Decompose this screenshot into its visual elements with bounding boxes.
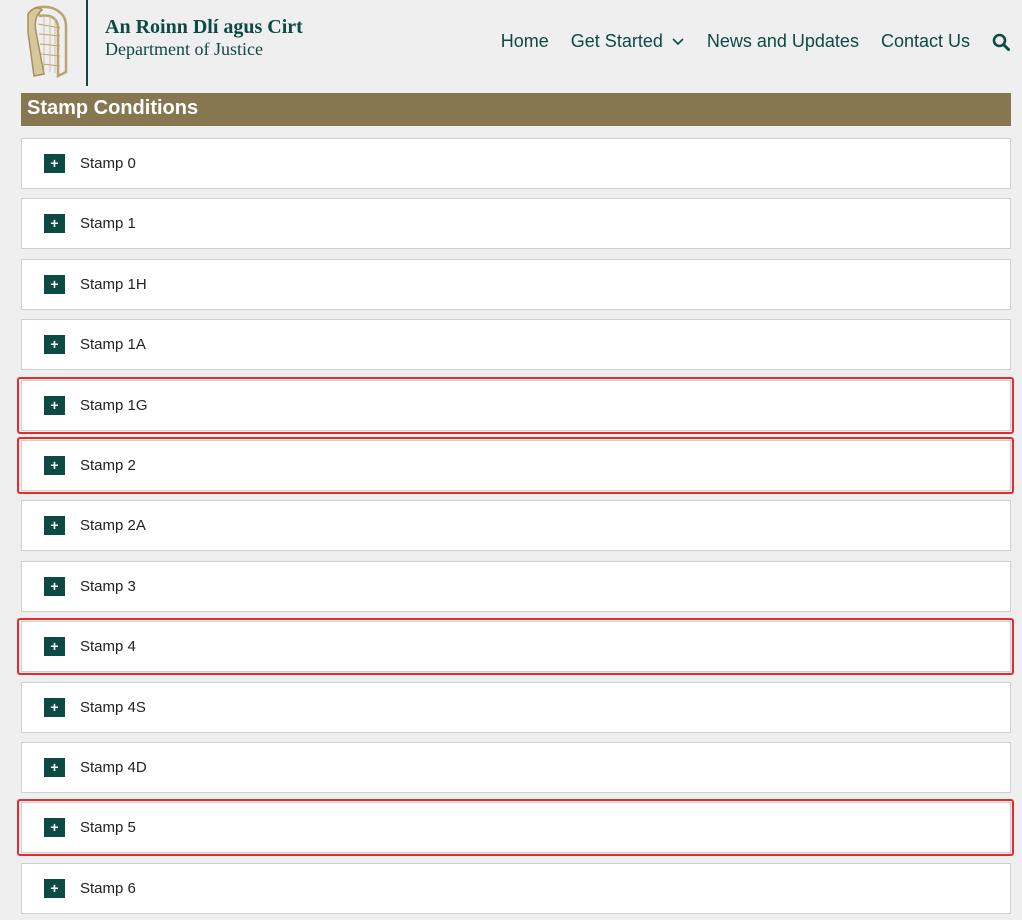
section-title: Stamp Conditions bbox=[21, 93, 1011, 126]
plus-icon[interactable]: + bbox=[44, 516, 65, 536]
accordion-item[interactable]: + Stamp 5 bbox=[21, 802, 1011, 854]
search-icon[interactable] bbox=[992, 33, 1010, 51]
plus-icon[interactable]: + bbox=[44, 878, 65, 898]
brand-logo-text[interactable]: An Roinn Dlí agus Cirt Department of Jus… bbox=[105, 16, 303, 60]
accordion-item[interactable]: + Stamp 4D bbox=[21, 741, 1011, 793]
accordion-item[interactable]: + Stamp 2A bbox=[21, 500, 1011, 552]
brand-divider bbox=[86, 0, 88, 86]
accordion-item-label: Stamp 6 bbox=[80, 879, 136, 897]
harp-icon bbox=[27, 5, 68, 79]
main-nav: Home Get Started News and Updates Contac… bbox=[501, 31, 1010, 52]
accordion-item[interactable]: + Stamp 1 bbox=[21, 198, 1011, 250]
brand-name-english: Department of Justice bbox=[105, 39, 263, 59]
accordion-item-label: Stamp 2 bbox=[80, 456, 136, 474]
accordion-item-label: Stamp 4 bbox=[80, 638, 136, 656]
accordion-item-label: Stamp 4S bbox=[80, 698, 146, 716]
nav-get-started[interactable]: Get Started bbox=[571, 31, 685, 52]
accordion-item[interactable]: + Stamp 4 bbox=[21, 621, 1011, 673]
nav-get-started-label: Get Started bbox=[570, 31, 663, 51]
plus-icon[interactable]: + bbox=[44, 637, 65, 657]
page: An Roinn Dlí agus Cirt Department of Jus… bbox=[0, 0, 1022, 920]
plus-icon[interactable]: + bbox=[44, 274, 65, 294]
accordion-item-label: Stamp 1H bbox=[80, 275, 147, 293]
accordion-item[interactable]: + Stamp 1G bbox=[21, 379, 1011, 431]
plus-icon[interactable]: + bbox=[44, 214, 65, 234]
accordion-item[interactable]: + Stamp 0 bbox=[21, 138, 1011, 189]
accordion-item-label: Stamp 5 bbox=[80, 819, 136, 837]
accordion-item-label: Stamp 0 bbox=[80, 155, 136, 172]
accordion-item-label: Stamp 3 bbox=[80, 577, 136, 595]
nav-home[interactable]: Home bbox=[501, 31, 549, 52]
plus-icon[interactable]: + bbox=[44, 154, 65, 173]
plus-icon[interactable]: + bbox=[44, 395, 65, 415]
brand-name-irish: An Roinn Dlí agus Cirt bbox=[105, 16, 303, 38]
accordion-item[interactable]: + Stamp 4S bbox=[21, 681, 1011, 733]
nav-contact-us[interactable]: Contact Us bbox=[881, 31, 970, 52]
accordion-item[interactable]: + Stamp 1H bbox=[21, 258, 1011, 310]
plus-icon[interactable]: + bbox=[44, 757, 65, 777]
accordion-item[interactable]: + Stamp 1A bbox=[21, 319, 1011, 371]
accordion-item-label: Stamp 1G bbox=[80, 396, 148, 414]
site-header: An Roinn Dlí agus Cirt Department of Jus… bbox=[0, 0, 1022, 90]
accordion-item-label: Stamp 1A bbox=[80, 336, 146, 354]
plus-icon[interactable]: + bbox=[44, 697, 65, 717]
accordion-item-label: Stamp 1 bbox=[80, 215, 136, 233]
accordion-item[interactable]: + Stamp 6 bbox=[21, 862, 1011, 914]
accordion-item[interactable]: + Stamp 3 bbox=[21, 560, 1011, 612]
accordion-item-label: Stamp 2A bbox=[80, 517, 146, 535]
plus-icon[interactable]: + bbox=[44, 818, 65, 838]
stamp-accordion: + Stamp 0 + Stamp 1 + Stamp 1H + Stamp 1A + Stamp… bbox=[21, 138, 1011, 920]
plus-icon[interactable]: + bbox=[44, 576, 65, 596]
chevron-down-icon bbox=[672, 37, 684, 45]
plus-icon[interactable]: + bbox=[44, 335, 65, 355]
nav-news-and-updates[interactable]: News and Updates bbox=[707, 31, 859, 52]
accordion-item-label: Stamp 4D bbox=[80, 758, 147, 776]
accordion-item[interactable]: + Stamp 2 bbox=[21, 439, 1011, 491]
plus-icon[interactable]: + bbox=[44, 455, 65, 475]
